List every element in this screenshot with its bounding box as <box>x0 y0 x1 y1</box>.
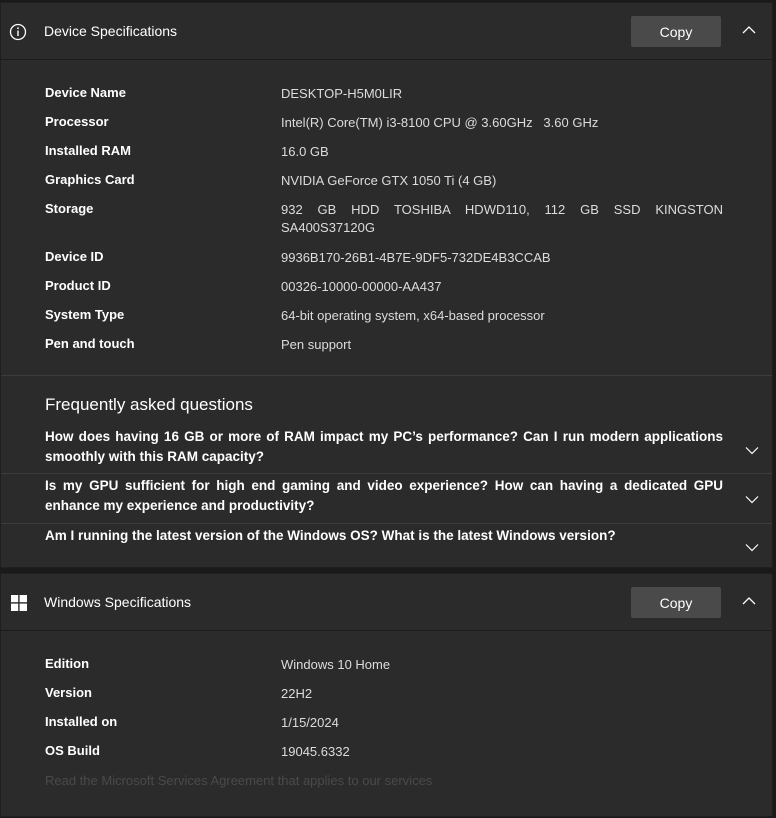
windows-specifications-title: Windows Specifications <box>44 594 192 610</box>
chevron-up-icon[interactable] <box>741 596 757 606</box>
spec-label: Installed on <box>45 714 118 729</box>
divider <box>1 523 772 524</box>
divider <box>1 375 772 376</box>
spec-value: DESKTOP-H5M0LIR <box>281 86 403 101</box>
copy-device-specs-button[interactable]: Copy <box>631 16 721 47</box>
spec-value: 932 GB HDD TOSHIBA HDWD110, 112 GB SSD K… <box>281 202 723 235</box>
spec-value: 22H2 <box>281 686 313 701</box>
chevron-up-icon[interactable] <box>741 25 757 35</box>
windows-specifications-card: Windows Specifications Copy Edition Wind… <box>0 573 773 817</box>
faq-question: Am I running the latest version of the W… <box>45 528 616 543</box>
faq-question: Is my GPU sufficient for high end gaming… <box>45 478 723 513</box>
faq-item-ram[interactable]: How does having 16 GB or more of RAM imp… <box>1 427 772 473</box>
spec-label: Processor <box>45 114 109 129</box>
spec-label: Storage <box>45 201 94 216</box>
spec-value: 19045.6332 <box>281 744 350 759</box>
spec-label: Version <box>45 685 92 700</box>
device-specifications-title: Device Specifications <box>44 23 178 39</box>
spec-label: Device ID <box>45 249 104 264</box>
spec-value: 9936B170-26B1-4B7E-9DF5-732DE4B3CCAB <box>281 250 551 265</box>
spec-label: Product ID <box>45 278 111 293</box>
faq-item-gpu[interactable]: Is my GPU sufficient for high end gaming… <box>1 476 772 522</box>
faq-question: How does having 16 GB or more of RAM imp… <box>45 429 723 464</box>
services-agreement-link[interactable]: Read the Microsoft Services Agreement th… <box>45 773 432 788</box>
spec-label: Pen and touch <box>45 336 135 351</box>
chevron-down-icon[interactable] <box>745 446 759 455</box>
spec-label: OS Build <box>45 743 100 758</box>
windows-logo-icon <box>11 595 27 611</box>
spec-label: Installed RAM <box>45 143 131 158</box>
faq-title: Frequently asked questions <box>45 395 253 414</box>
spec-value: 64-bit operating system, x64-based proce… <box>281 308 545 323</box>
windows-specifications-header[interactable]: Windows Specifications Copy <box>1 574 772 631</box>
spec-value: Windows 10 Home <box>281 657 391 672</box>
divider <box>1 473 772 474</box>
spec-value: 00326-10000-00000-AA437 <box>281 279 442 294</box>
spec-value: 1/15/2024 <box>281 715 339 730</box>
info-icon <box>9 23 27 41</box>
spec-value: Pen support <box>281 337 352 352</box>
spec-label: Device Name <box>45 85 126 100</box>
spec-value: 16.0 GB <box>281 144 329 159</box>
device-specifications-card: Device Specifications Copy Device Name D… <box>0 2 773 568</box>
spec-label: System Type <box>45 307 125 322</box>
spec-value: Intel(R) Core(TM) i3-8100 CPU @ 3.60GHz … <box>281 115 599 130</box>
copy-windows-specs-button[interactable]: Copy <box>631 587 721 618</box>
chevron-down-icon[interactable] <box>745 543 759 552</box>
spec-label: Graphics Card <box>45 172 135 187</box>
chevron-down-icon[interactable] <box>745 495 759 504</box>
spec-label: Edition <box>45 656 90 671</box>
spec-value: NVIDIA GeForce GTX 1050 Ti (4 GB) <box>281 173 497 188</box>
faq-item-windows-version[interactable]: Am I running the latest version of the W… <box>1 526 772 566</box>
device-specifications-header[interactable]: Device Specifications Copy <box>1 3 772 60</box>
